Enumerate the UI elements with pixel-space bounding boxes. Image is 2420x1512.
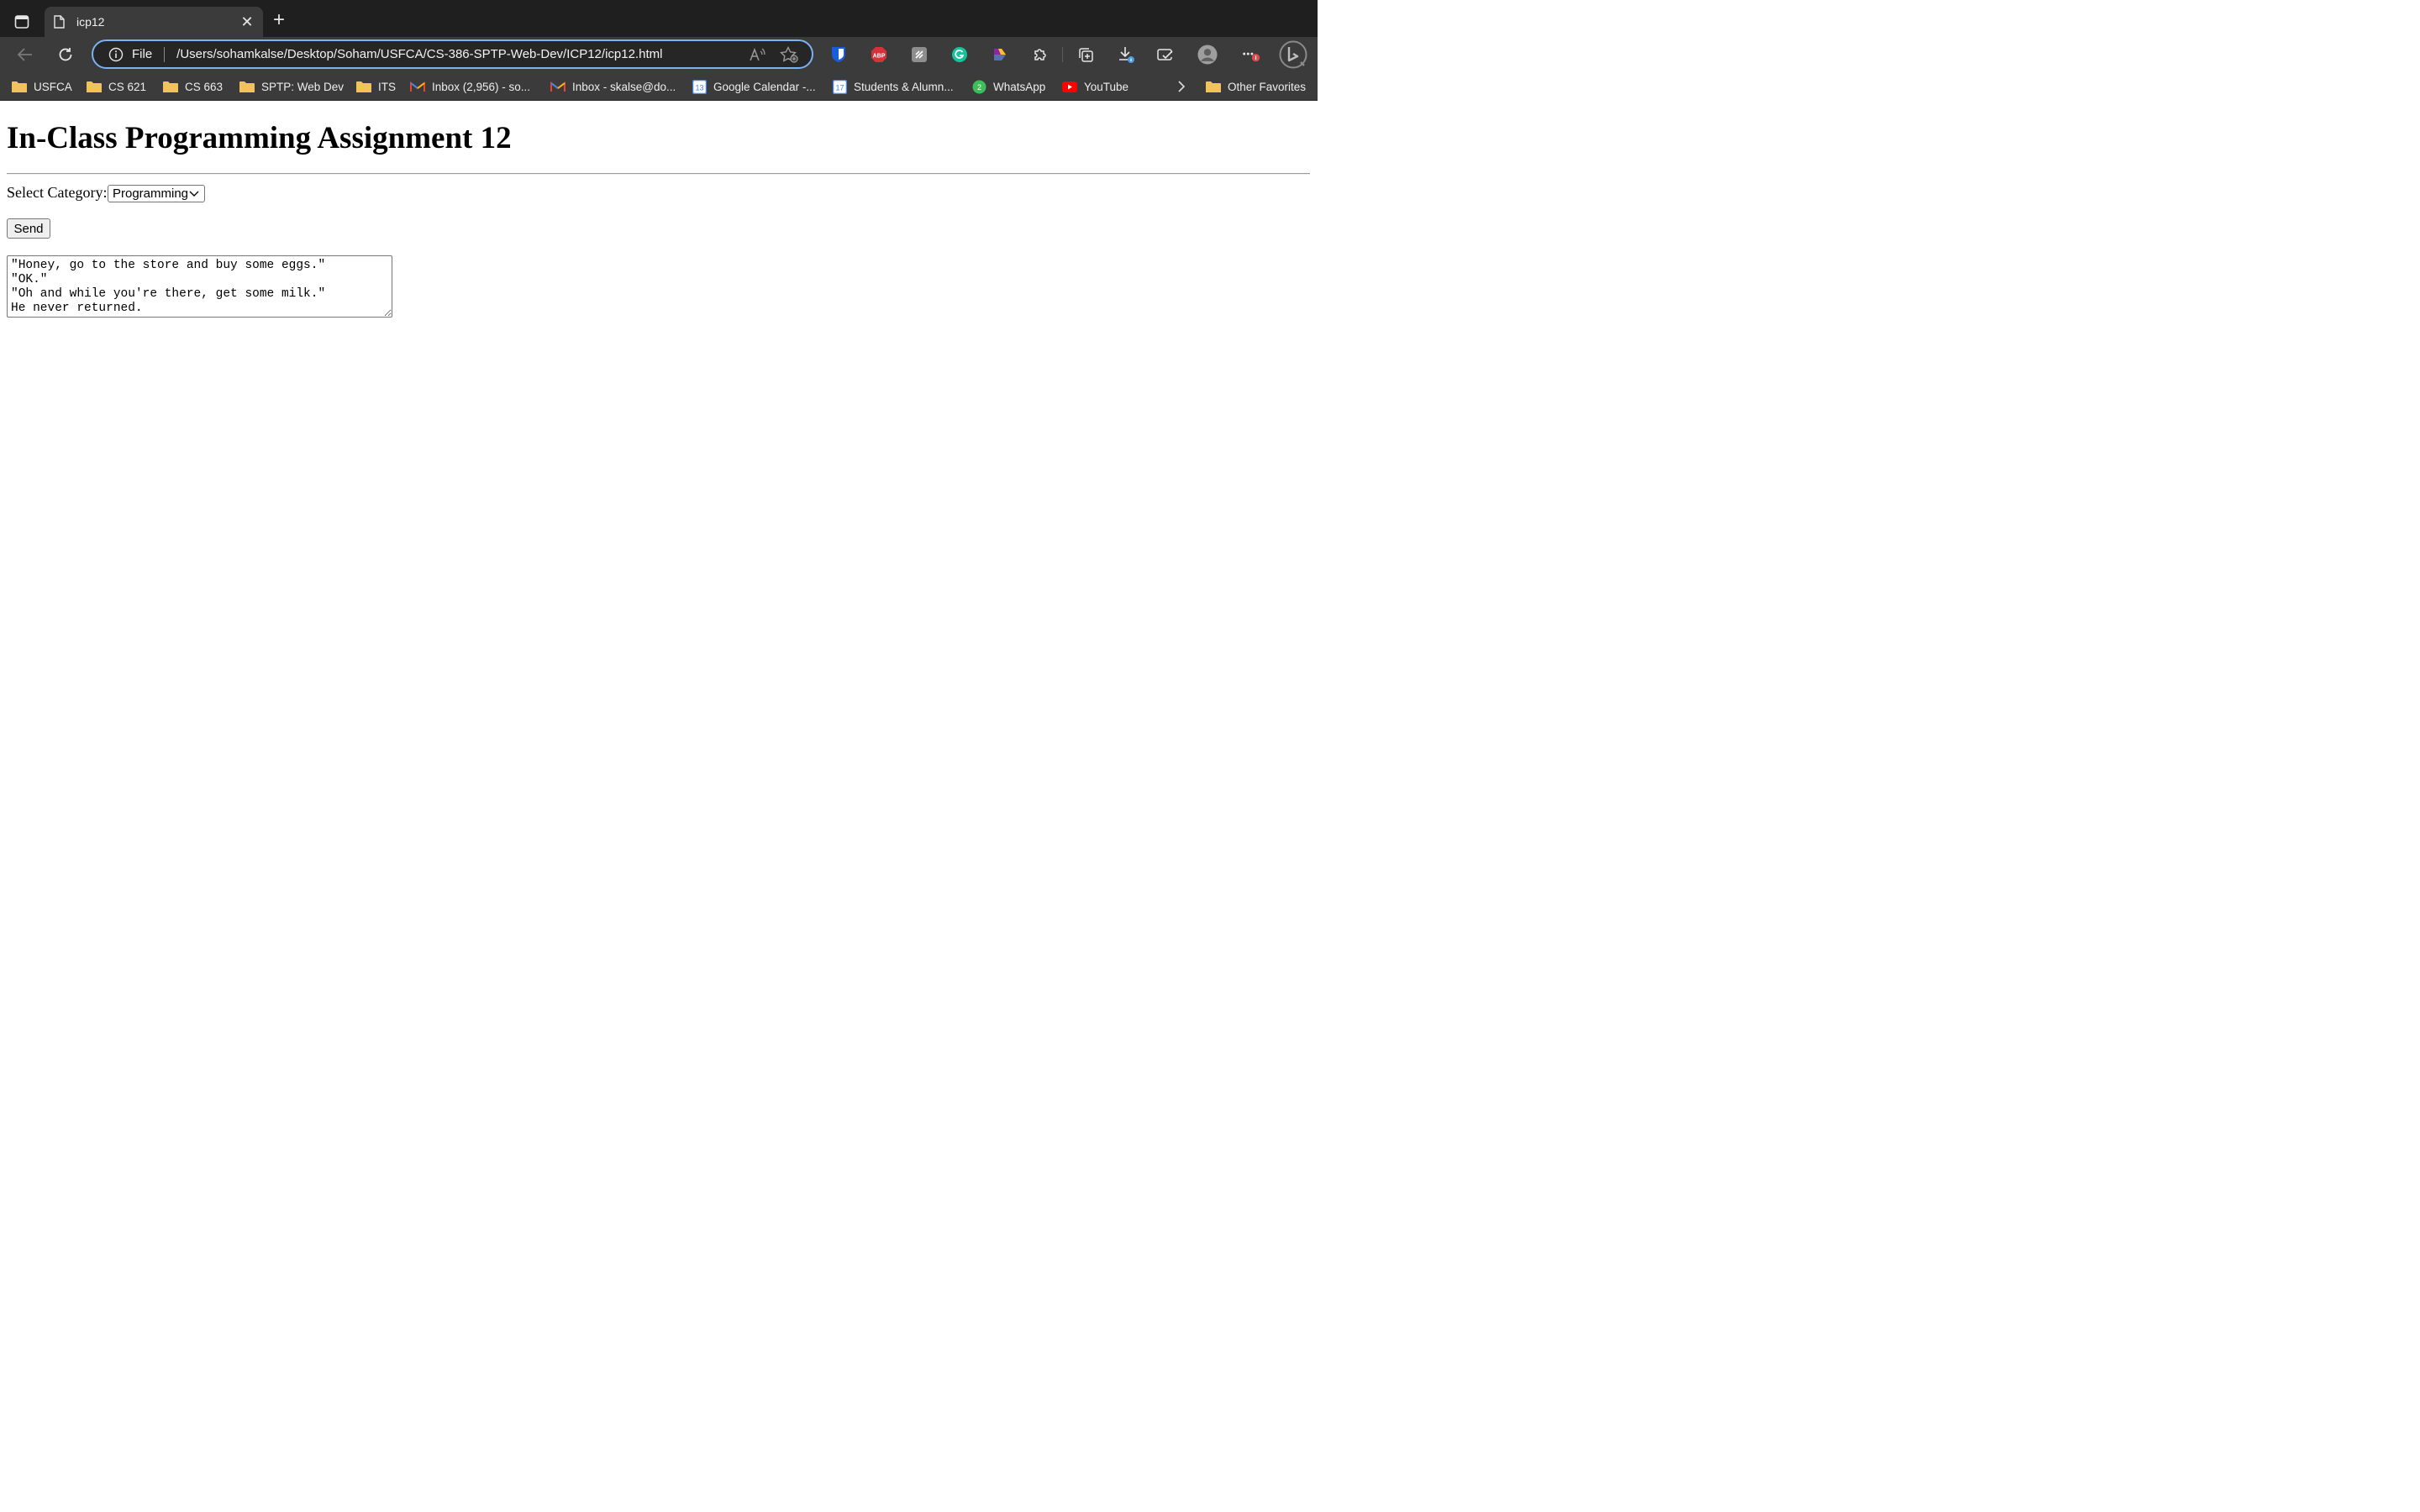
- send-button[interactable]: Send: [7, 218, 50, 239]
- extension-icon[interactable]: [909, 45, 929, 65]
- grammarly-icon[interactable]: [950, 45, 970, 65]
- bookmark-label: CS 663: [185, 80, 224, 93]
- performance-icon[interactable]: [1155, 45, 1176, 65]
- read-aloud-icon[interactable]: [748, 45, 766, 64]
- page-content: In-Class Programming Assignment 12 Selec…: [0, 102, 1318, 823]
- page-icon: [53, 15, 66, 29]
- folder-icon: [87, 80, 102, 93]
- chevron-right-icon[interactable]: [1174, 79, 1189, 94]
- bookmark-students-alumni[interactable]: 17 Students & Alumn...: [832, 79, 954, 94]
- extensions-puzzle-icon[interactable]: [1030, 45, 1050, 65]
- calendar-icon: 17: [832, 79, 847, 94]
- info-icon[interactable]: [108, 47, 124, 62]
- address-bar[interactable]: File /Users/sohamkalse/Desktop/Soham/USF…: [92, 39, 813, 69]
- tab-title: icp12: [76, 15, 105, 29]
- folder-icon: [12, 80, 27, 93]
- page-title: In-Class Programming Assignment 12: [7, 121, 512, 155]
- category-selected-value: Programming: [113, 186, 189, 201]
- bookmark-inbox-so[interactable]: Inbox (2,956) - so...: [410, 79, 530, 94]
- bookmark-label: WhatsApp: [993, 80, 1046, 93]
- joke-textarea[interactable]: "Honey, go to the store and buy some egg…: [7, 255, 392, 318]
- gmail-icon: [550, 80, 566, 93]
- bookmark-sptp[interactable]: SPTP: Web Dev: [239, 79, 344, 94]
- bookmark-label: ITS: [378, 80, 397, 93]
- browser-toolbar: File /Users/sohamkalse/Desktop/Soham/USF…: [0, 37, 1318, 72]
- svg-text:13: 13: [695, 83, 703, 92]
- url-scheme: File: [132, 47, 153, 61]
- bookmark-label: Other Favorites: [1228, 80, 1307, 93]
- bookmark-label: Inbox - skalse@do...: [572, 80, 676, 93]
- bookmark-label: YouTube: [1084, 80, 1129, 93]
- copilot-icon[interactable]: [1279, 40, 1307, 69]
- svg-text:17: 17: [835, 83, 844, 92]
- bookmark-label: CS 621: [108, 80, 147, 93]
- category-label: Select Category:: [7, 184, 108, 201]
- bookmark-cs663[interactable]: CS 663: [163, 79, 223, 94]
- downloads-icon[interactable]: [1116, 45, 1136, 65]
- gmail-icon: [410, 80, 425, 93]
- folder-icon: [239, 80, 255, 93]
- url-text[interactable]: /Users/sohamkalse/Desktop/Soham/USFCA/CS…: [176, 47, 748, 61]
- bookmark-label: SPTP: Web Dev: [261, 80, 345, 93]
- back-icon[interactable]: [15, 45, 35, 65]
- folder-icon: [1206, 80, 1221, 93]
- youtube-icon: [1062, 80, 1077, 93]
- bookmark-label: Google Calendar -...: [713, 80, 816, 93]
- bookmark-its[interactable]: ITS: [356, 79, 396, 94]
- bookmark-label: Students & Alumn...: [854, 80, 954, 93]
- close-tab-icon[interactable]: ✕: [239, 14, 255, 29]
- collections-icon[interactable]: [1076, 45, 1096, 65]
- calendar-icon: 13: [692, 79, 707, 94]
- divider: [7, 173, 1310, 175]
- add-favorite-icon[interactable]: [780, 45, 798, 64]
- reload-icon[interactable]: [55, 45, 76, 65]
- tab-active[interactable]: icp12 ✕: [45, 7, 263, 37]
- url-separator: [164, 46, 166, 62]
- profile-icon[interactable]: [1197, 45, 1218, 65]
- bookmark-whatsapp[interactable]: 2 WhatsApp: [971, 79, 1045, 94]
- folder-icon: [356, 80, 371, 93]
- bookmark-label: USFCA: [34, 80, 72, 93]
- bookmarks-bar: USFCA CS 621 CS 663 SPTP: Web Dev ITS In…: [0, 72, 1318, 101]
- bookmark-label: Inbox (2,956) - so...: [432, 80, 531, 93]
- svg-text:ABP: ABP: [873, 54, 886, 60]
- folder-icon: [163, 80, 178, 93]
- tab-actions-icon[interactable]: [12, 12, 32, 32]
- tab-strip: icp12 ✕ +: [0, 0, 1318, 37]
- bookmark-usfca[interactable]: USFCA: [12, 79, 72, 94]
- bookmark-other-favorites[interactable]: Other Favorites: [1206, 79, 1306, 94]
- toolbar-divider: [1062, 47, 1063, 62]
- new-tab-button[interactable]: +: [269, 10, 289, 30]
- bookmark-google-calendar[interactable]: 13 Google Calendar -...: [692, 79, 816, 94]
- color-picker-icon[interactable]: [990, 45, 1010, 65]
- bitwarden-icon[interactable]: [829, 45, 849, 65]
- adblock-plus-icon[interactable]: ABP: [869, 45, 889, 65]
- chevron-down-icon: [189, 191, 201, 197]
- whatsapp-icon: 2: [971, 80, 986, 93]
- category-select[interactable]: Programming: [108, 185, 205, 202]
- bookmark-inbox-skalse[interactable]: Inbox - skalse@do...: [550, 79, 676, 94]
- bookmark-youtube[interactable]: YouTube: [1062, 79, 1128, 94]
- bookmark-cs621[interactable]: CS 621: [87, 79, 146, 94]
- more-menu-icon[interactable]: [1241, 45, 1261, 65]
- svg-text:2: 2: [976, 83, 981, 92]
